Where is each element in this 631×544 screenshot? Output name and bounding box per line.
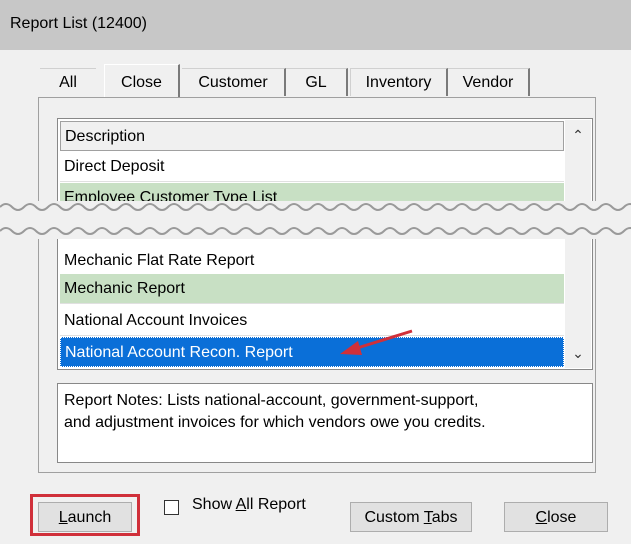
tab-customer[interactable]: Customer — [182, 68, 286, 96]
tab-all-label: All — [59, 74, 77, 91]
list-item-label: Mechanic Report — [64, 280, 185, 297]
report-list[interactable]: Description Direct Deposit Employee Cust… — [57, 118, 593, 370]
show-mnemonic: A — [235, 496, 247, 513]
show-all-report-label[interactable]: Show All Report — [192, 496, 306, 514]
list-item[interactable]: National Account Invoices — [60, 306, 564, 336]
tab-customer-label: Customer — [198, 74, 268, 91]
tab-vendor-label: Vendor — [462, 74, 514, 91]
tab-inventory-label: Inventory — [365, 74, 432, 91]
launch-button[interactable]: Launch — [38, 502, 132, 532]
show-label-part: ll Report — [246, 496, 306, 513]
custom-label-part: abs — [431, 509, 458, 526]
tab-close-label: Close — [121, 74, 162, 91]
list-item[interactable]: Mechanic Flat Rate Report — [60, 246, 564, 276]
red-arrow-icon — [340, 329, 413, 355]
list-item-label: Mechanic Flat Rate Report — [64, 252, 255, 269]
close-label: lose — [547, 509, 577, 526]
tab-gl-label: GL — [305, 74, 327, 91]
tab-inventory[interactable]: Inventory — [350, 68, 448, 96]
show-all-report-checkbox[interactable] — [164, 500, 179, 515]
launch-label: aunch — [67, 509, 112, 526]
tab-close[interactable]: Close — [104, 64, 180, 98]
tab-vendor[interactable]: Vendor — [448, 68, 530, 96]
show-label-part: Show — [192, 496, 236, 513]
launch-mnemonic: L — [58, 509, 68, 526]
close-mnemonic: C — [535, 509, 548, 526]
column-header-description[interactable]: Description — [60, 121, 564, 151]
report-notes-line: Report Notes: Lists national-account, go… — [64, 392, 479, 409]
list-item[interactable]: Mechanic Report — [60, 274, 564, 304]
torn-edge-icon — [0, 203, 631, 235]
tab-gl[interactable]: GL — [286, 68, 348, 96]
report-notes: Report Notes: Lists national-account, go… — [57, 383, 593, 463]
custom-label-part: Custom — [364, 509, 424, 526]
chevron-up-icon[interactable]: ⌃ — [565, 120, 591, 150]
list-item-label: Direct Deposit — [64, 158, 165, 175]
list-item-label: National Account Recon. Report — [65, 344, 293, 361]
report-notes-line: and adjustment invoices for which vendor… — [64, 414, 486, 431]
close-button[interactable]: Close — [504, 502, 608, 532]
custom-mnemonic: T — [423, 509, 432, 526]
column-header-label: Description — [65, 128, 146, 145]
tab-all[interactable]: All — [40, 68, 96, 96]
title-bar: Report List (12400) — [0, 0, 631, 50]
custom-tabs-button[interactable]: Custom Tabs — [350, 502, 472, 532]
list-item-selected[interactable]: National Account Recon. Report — [60, 337, 564, 367]
list-item-label: National Account Invoices — [64, 312, 248, 329]
window-title: Report List (12400) — [10, 15, 147, 32]
vertical-scrollbar[interactable]: ⌃ ⌄ — [565, 120, 591, 368]
list-item[interactable]: Direct Deposit — [60, 152, 564, 182]
chevron-down-icon[interactable]: ⌄ — [565, 338, 591, 368]
torn-edge-separator — [0, 201, 631, 239]
